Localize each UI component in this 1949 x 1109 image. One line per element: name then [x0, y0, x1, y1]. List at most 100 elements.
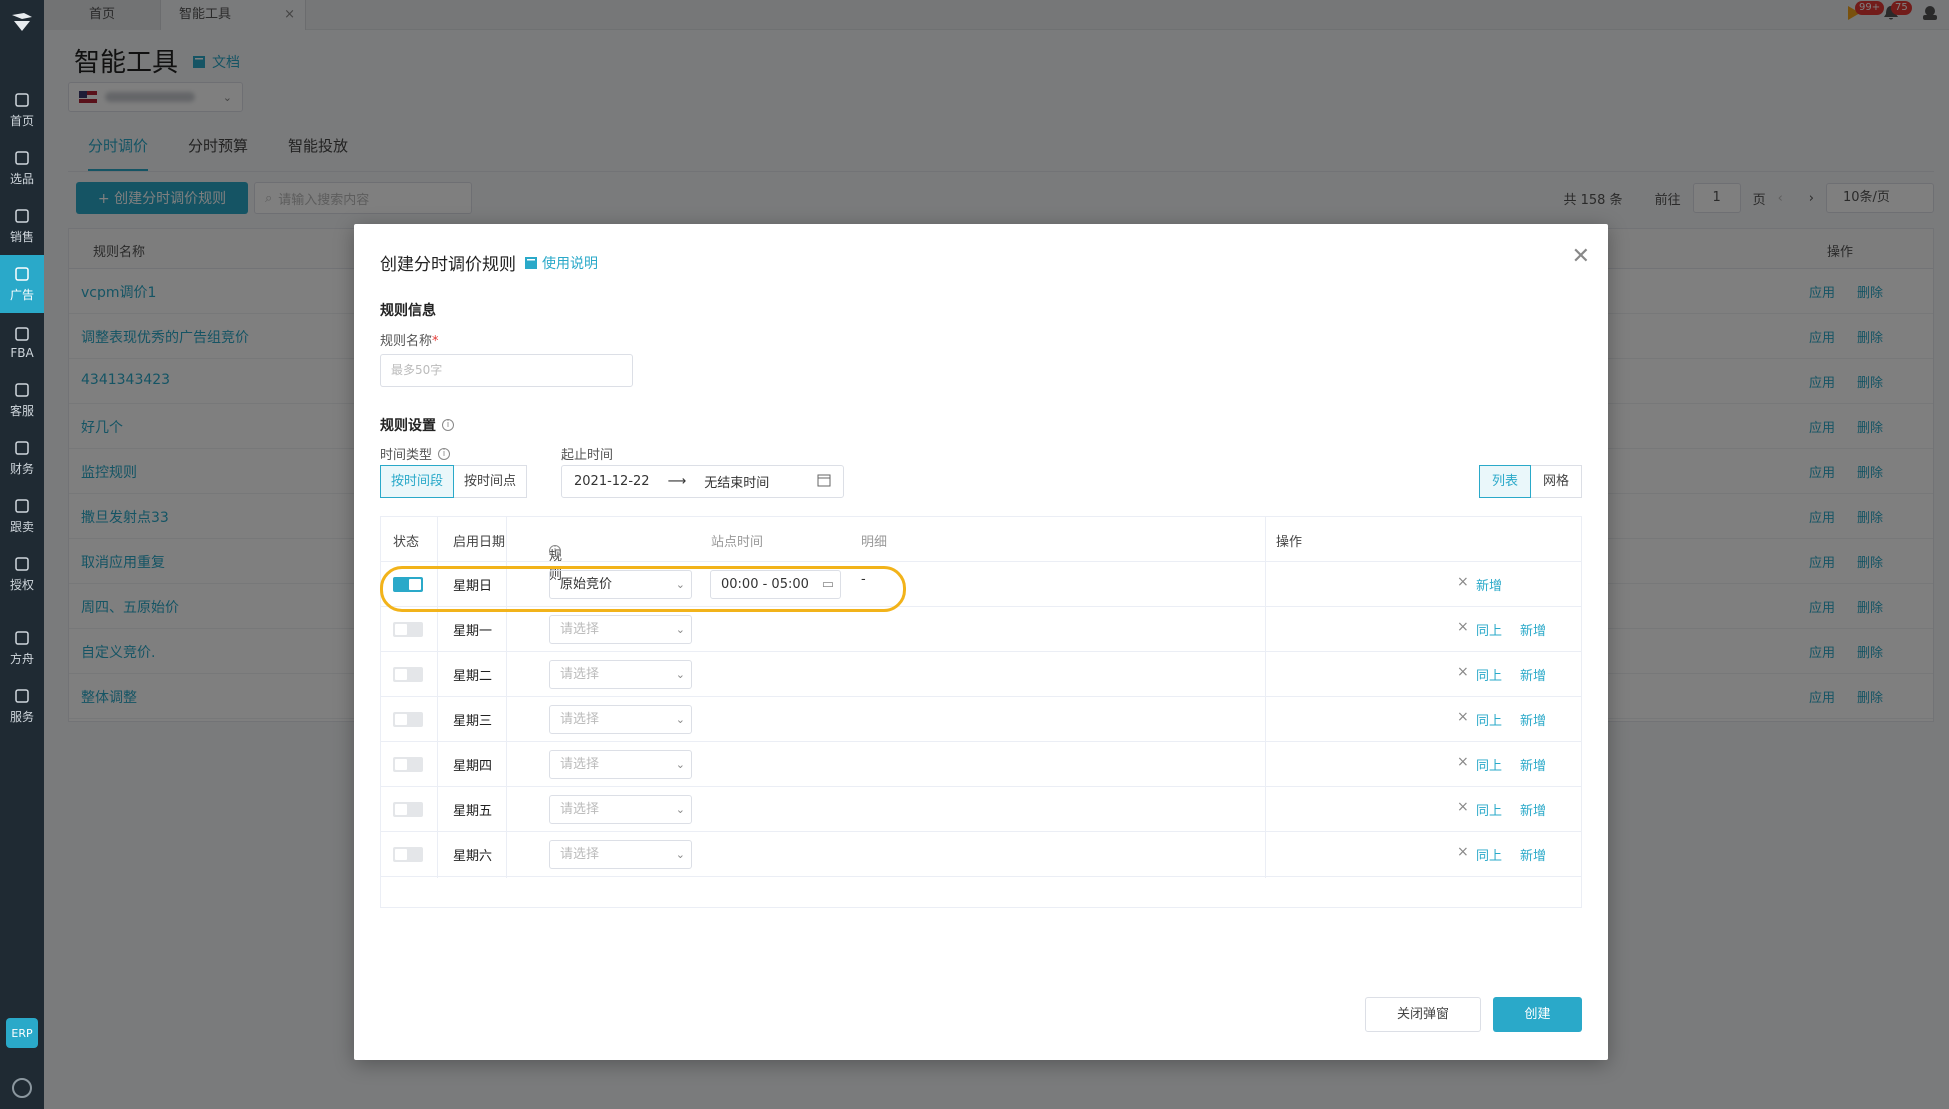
rule-name-input[interactable]: 最多50字	[380, 354, 633, 387]
add-link[interactable]: 新增	[1520, 845, 1546, 864]
sidebar-item-label: 方舟	[9, 652, 34, 666]
date-range-label: 起止时间	[561, 448, 614, 463]
status-toggle[interactable]	[393, 577, 423, 592]
pie-icon	[13, 497, 31, 515]
time-type-label: 时间类型 i	[380, 444, 451, 463]
erp-button[interactable]: ERP	[6, 1018, 38, 1048]
weekday-label: 星期六	[453, 849, 493, 864]
schedule-row: 星期三 请选择 ⌄ × 同上 新增	[381, 697, 1581, 742]
help-icon[interactable]	[12, 1078, 32, 1098]
sidebar-item-7[interactable]: 跟卖	[0, 487, 44, 545]
section-rule-info: 规则信息	[380, 303, 436, 319]
same-as-above-link[interactable]: 同上	[1476, 845, 1502, 864]
site-time-picker[interactable]: 00:00 - 05:00 ▭	[710, 570, 841, 599]
rule-select-value: 请选择	[560, 802, 600, 817]
schedule-row: 星期日 原始竞价 ⌄ 00:00 - 05:00 ▭ - × 新增	[381, 562, 1581, 607]
clear-icon[interactable]: ×	[1457, 664, 1469, 680]
add-link[interactable]: 新增	[1476, 575, 1502, 594]
sidebar-item-8[interactable]: 授权	[0, 545, 44, 603]
rule-select[interactable]: 请选择 ⌄	[549, 615, 692, 644]
view-grid-button[interactable]: 网格	[1530, 465, 1582, 498]
chevron-down-icon: ⌄	[675, 578, 685, 591]
status-toggle[interactable]	[393, 847, 423, 862]
view-list-button[interactable]: 列表	[1478, 465, 1531, 498]
same-as-above-link[interactable]: 同上	[1476, 800, 1502, 819]
calendar-icon	[817, 473, 831, 491]
rule-select[interactable]: 请选择 ⌄	[549, 750, 692, 779]
date-range-picker[interactable]: 2021-12-22 ⟶ 无结束时间	[561, 465, 844, 498]
rule-select[interactable]: 请选择 ⌄	[549, 795, 692, 824]
help-link-label: 使用说明	[542, 255, 598, 272]
close-icon[interactable]: ✕	[1572, 244, 1590, 269]
detail-value: -	[861, 572, 866, 587]
close-modal-button[interactable]: 关闭弹窗	[1365, 997, 1481, 1032]
col-enable-date: 启用日期	[453, 535, 506, 550]
clear-icon[interactable]: ×	[1457, 799, 1469, 815]
sidebar-item-6[interactable]: 财务	[0, 429, 44, 487]
sidebar-item-label: 客服	[9, 404, 34, 418]
add-link[interactable]: 新增	[1520, 710, 1546, 729]
view-toggle: 列表 网格	[1478, 465, 1582, 498]
schedule-row: 星期六 请选择 ⌄ × 同上 新增	[381, 832, 1581, 877]
col-detail: 明细	[861, 535, 888, 550]
toggle-knob	[395, 759, 407, 770]
info-icon[interactable]: i	[438, 447, 451, 460]
sidebar-item-3[interactable]: 广告	[0, 255, 44, 313]
section-rule-settings-label: 规则设置	[380, 418, 436, 434]
add-link[interactable]: 新增	[1520, 620, 1546, 639]
row-operations: 同上 新增	[1476, 800, 1546, 819]
weekday-label: 星期四	[453, 759, 493, 774]
sidebar-item-9[interactable]: 方舟	[0, 619, 44, 677]
sidebar-item-10[interactable]: 服务	[0, 677, 44, 735]
add-link[interactable]: 新增	[1520, 800, 1546, 819]
sidebar-item-1[interactable]: 选品	[0, 139, 44, 197]
time-type-point[interactable]: 按时间点	[454, 465, 528, 498]
clear-icon[interactable]: ×	[1457, 619, 1469, 635]
sidebar-item-4[interactable]: FBA	[0, 313, 44, 371]
status-toggle[interactable]	[393, 802, 423, 817]
same-as-above-link[interactable]: 同上	[1476, 710, 1502, 729]
sidebar-item-label: 首页	[9, 114, 34, 128]
clear-icon[interactable]: ×	[1457, 574, 1469, 590]
date-end: 无结束时间	[704, 476, 770, 491]
schedule-row: 星期五 请选择 ⌄ × 同上 新增	[381, 787, 1581, 832]
rule-select[interactable]: 请选择 ⌄	[549, 840, 692, 869]
time-type-period[interactable]: 按时间段	[380, 465, 455, 498]
info-icon[interactable]: i	[549, 545, 561, 557]
chevron-down-icon: ⌄	[675, 713, 685, 726]
weekday-label: 星期二	[453, 669, 493, 684]
row-operations: 同上 新增	[1476, 620, 1546, 639]
same-as-above-link[interactable]: 同上	[1476, 665, 1502, 684]
add-link[interactable]: 新增	[1520, 755, 1546, 774]
same-as-above-link[interactable]: 同上	[1476, 620, 1502, 639]
rule-select[interactable]: 原始竞价 ⌄	[549, 570, 692, 599]
modal-title: 创建分时调价规则	[380, 255, 516, 275]
status-toggle[interactable]	[393, 712, 423, 727]
add-link[interactable]: 新增	[1520, 665, 1546, 684]
clear-icon[interactable]: ×	[1457, 709, 1469, 725]
clear-icon[interactable]: ×	[1457, 754, 1469, 770]
sidebar-item-2[interactable]: 销售	[0, 197, 44, 255]
status-toggle[interactable]	[393, 667, 423, 682]
info-icon[interactable]: i	[442, 419, 454, 431]
clear-icon[interactable]: ×	[1457, 844, 1469, 860]
chevron-down-icon: ⌄	[675, 758, 685, 771]
required-mark: *	[432, 334, 439, 349]
help-link[interactable]: 使用说明	[524, 253, 598, 273]
rule-select[interactable]: 请选择 ⌄	[549, 660, 692, 689]
schedule-row: 星期二 请选择 ⌄ × 同上 新增	[381, 652, 1581, 697]
same-as-above-link[interactable]: 同上	[1476, 755, 1502, 774]
weekday-label: 星期三	[453, 714, 493, 729]
rule-select-value: 请选择	[560, 757, 600, 772]
create-button[interactable]: 创建	[1493, 997, 1582, 1032]
date-start: 2021-12-22	[574, 474, 650, 489]
sidebar-item-5[interactable]: 客服	[0, 371, 44, 429]
row-operations: 同上 新增	[1476, 710, 1546, 729]
rule-select[interactable]: 请选择 ⌄	[549, 705, 692, 734]
sidebar-item-0[interactable]: 首页	[0, 81, 44, 139]
search-icon	[13, 149, 31, 167]
status-toggle[interactable]	[393, 622, 423, 637]
app-logo[interactable]	[0, 0, 44, 44]
status-toggle[interactable]	[393, 757, 423, 772]
service-icon	[13, 687, 31, 705]
